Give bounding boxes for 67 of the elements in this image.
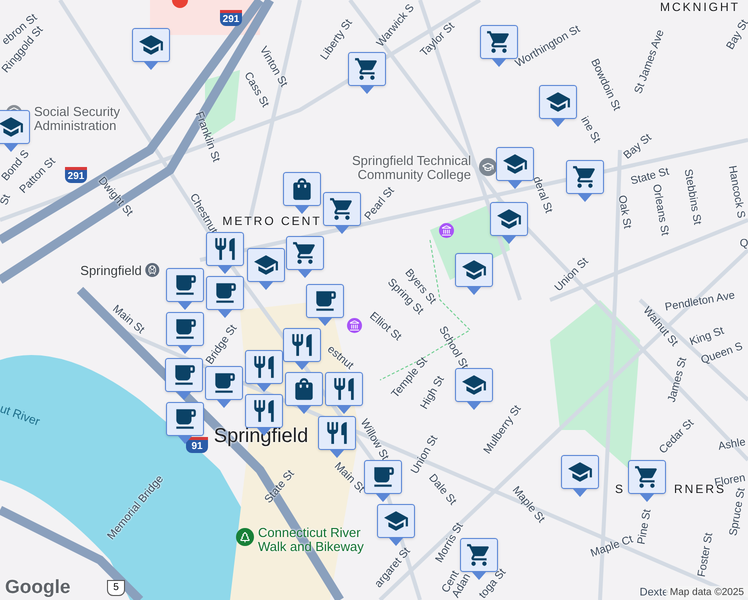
street-label: Ashle xyxy=(718,437,746,453)
restaurant-marker[interactable] xyxy=(245,350,283,392)
district-label: S xyxy=(615,483,625,495)
street-label: ine St xyxy=(578,115,602,145)
map-logo: Google xyxy=(5,578,70,597)
place-label: Social Security Administration xyxy=(34,105,121,133)
street-label: deral St xyxy=(530,175,554,215)
school-marker[interactable] xyxy=(496,147,534,189)
school-marker[interactable] xyxy=(455,368,493,410)
street-label: Bay St xyxy=(725,18,748,52)
interstate-shield: 91 xyxy=(186,437,208,453)
shop-marker[interactable] xyxy=(285,372,323,414)
school-marker[interactable] xyxy=(455,253,493,295)
street-label: Spruce St xyxy=(728,487,748,537)
river-label: ut River xyxy=(0,402,42,428)
district-label: RNERS xyxy=(674,483,726,495)
interstate-shield: 291 xyxy=(65,167,87,183)
street-label: Foster St xyxy=(696,532,716,578)
station-label: Springfield xyxy=(80,264,142,276)
school-marker[interactable] xyxy=(539,85,577,127)
school-marker[interactable] xyxy=(0,110,30,152)
cafe-marker[interactable] xyxy=(364,460,402,502)
interstate-shield: 291 xyxy=(220,10,242,26)
school-marker[interactable] xyxy=(377,504,415,546)
school-marker[interactable] xyxy=(247,248,285,290)
cafe-marker[interactable] xyxy=(166,312,204,354)
place-label: Springfield Technical Community College xyxy=(351,154,471,182)
school-marker[interactable] xyxy=(490,202,528,244)
street-label: Maple Ct xyxy=(589,534,635,560)
street-label: Hancock S xyxy=(726,164,746,220)
street-label: St James Ave xyxy=(633,28,667,96)
cafe-marker[interactable] xyxy=(206,276,244,318)
street-label: James St xyxy=(666,356,690,404)
street-label: Pine St xyxy=(636,508,654,546)
cafe-marker[interactable] xyxy=(166,268,204,310)
hospital-pin-icon xyxy=(172,0,188,8)
store-marker[interactable] xyxy=(348,52,386,94)
street-label: Q xyxy=(740,238,748,250)
school-marker[interactable] xyxy=(561,455,599,497)
store-marker[interactable] xyxy=(323,192,361,234)
school-marker[interactable] xyxy=(132,28,170,70)
restaurant-marker[interactable] xyxy=(318,416,356,458)
city-label: Springfield xyxy=(214,426,308,446)
store-marker[interactable] xyxy=(286,236,324,278)
street-label: Orleans St xyxy=(650,183,670,237)
street-label: toga St xyxy=(478,567,508,600)
store-marker[interactable] xyxy=(566,160,604,202)
cafe-marker[interactable] xyxy=(166,402,204,444)
restaurant-marker[interactable] xyxy=(206,232,244,274)
street-label: Oak St xyxy=(616,194,632,230)
attribution-text: Map data ©2025 xyxy=(666,586,748,600)
street-label: Stebbins St xyxy=(682,168,702,226)
park-label: Connecticut River Walk and Bikeway xyxy=(258,526,365,554)
restaurant-marker[interactable] xyxy=(283,328,321,370)
restaurant-marker[interactable] xyxy=(325,372,363,414)
cafe-marker[interactable] xyxy=(306,284,344,326)
store-marker[interactable] xyxy=(628,460,666,502)
shop-marker[interactable] xyxy=(283,172,321,214)
district-label: MCKNIGHT xyxy=(660,1,740,13)
cafe-marker[interactable] xyxy=(205,366,243,408)
route-shield: 5 xyxy=(107,580,125,596)
street-label: Dexte xyxy=(640,588,668,598)
cafe-marker[interactable] xyxy=(165,358,203,400)
district-label: METRO CENT xyxy=(222,215,322,227)
street-label: Franklin St xyxy=(192,110,222,164)
street-map-drawing[interactable] xyxy=(0,0,748,600)
street-label: Bay St xyxy=(622,132,654,162)
